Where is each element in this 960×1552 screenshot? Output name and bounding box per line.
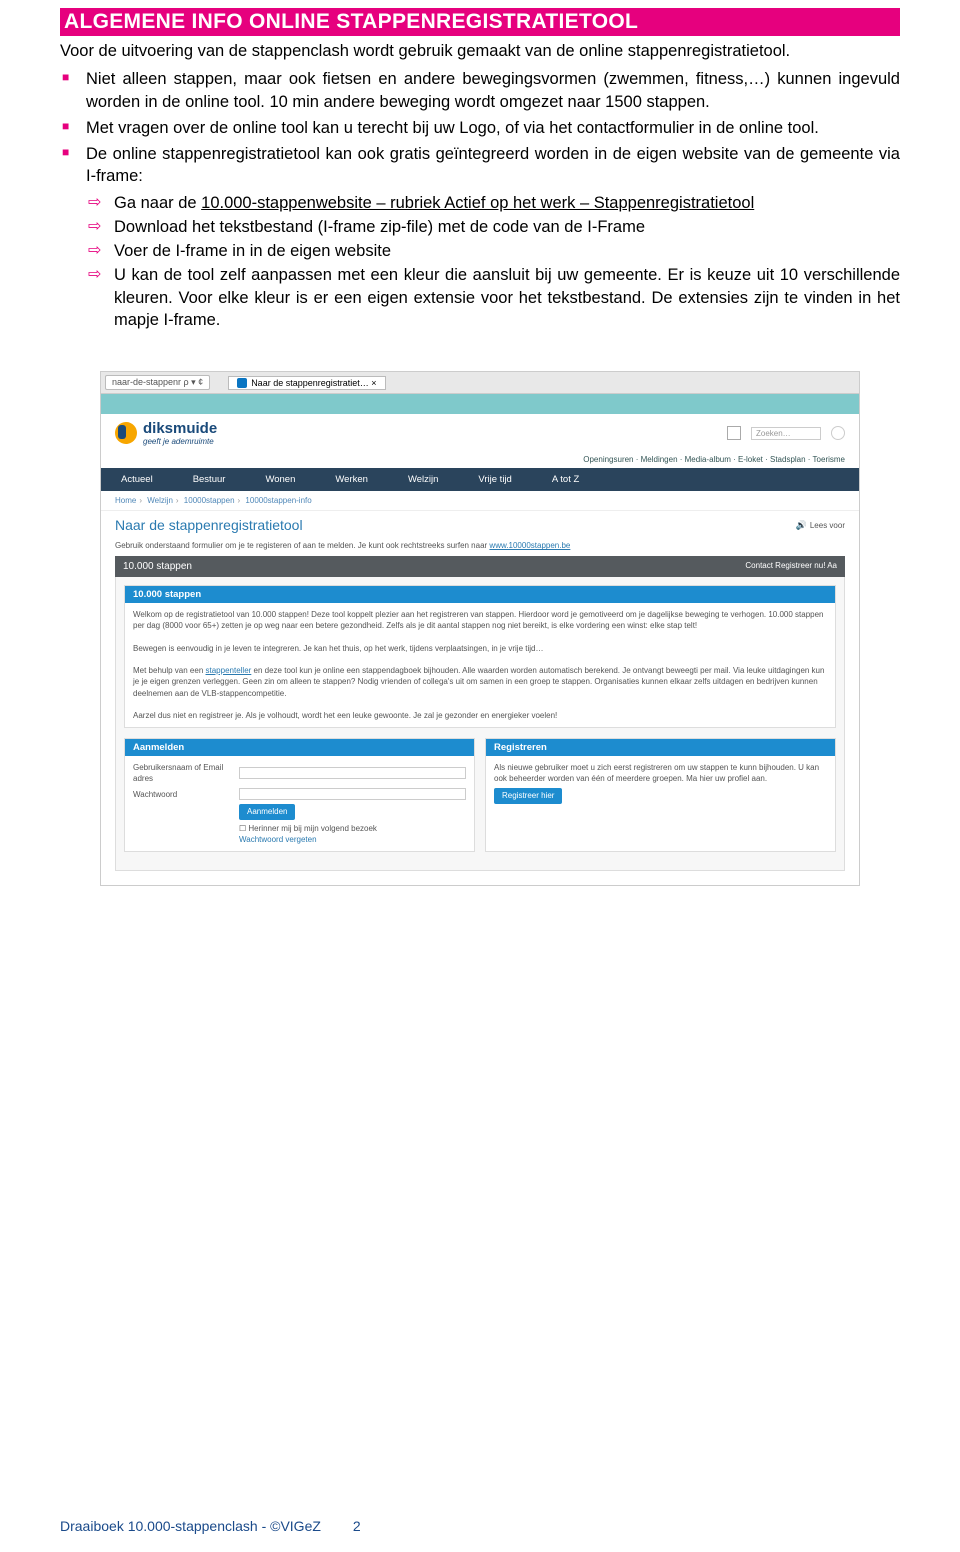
login-forgot-link[interactable]: Wachtwoord vergeten <box>239 834 466 845</box>
page-footer: Draaiboek 10.000-stappenclash - ©VIGeZ 2 <box>60 1518 900 1534</box>
site-logo[interactable]: diksmuide geeft je ademruimte <box>115 420 217 446</box>
sub-bullet-item: Ga naar de 10.000-stappenwebsite – rubri… <box>114 192 900 214</box>
footer-text: Draaiboek 10.000-stappenclash - ©VIGeZ <box>60 1518 321 1534</box>
bullet-text: De online stappenregistratietool kan ook… <box>86 145 900 185</box>
browser-tab[interactable]: Naar de stappenregistratiet… × <box>228 376 385 390</box>
intro-panel-p3: Met behulp van een stappenteller en deze… <box>133 665 827 699</box>
register-button[interactable]: Registreer hier <box>494 788 562 803</box>
home-icon[interactable] <box>727 426 741 440</box>
bullet-item: Met vragen over de online tool kan u ter… <box>86 117 900 139</box>
read-aloud-link[interactable]: Lees voor <box>796 517 845 533</box>
tool-top-links[interactable]: Contact Registreer nu! Aa <box>745 561 837 572</box>
top-links-text[interactable]: Openingsuren · Meldingen · Media-album ·… <box>583 455 845 464</box>
sub-bullet-item: Voer de I-frame in in de eigen website <box>114 240 900 262</box>
page-title-row: Naar de stappenregistratietool Lees voor <box>101 511 859 541</box>
register-panel-body: Als nieuwe gebruiker moet u zich eerst r… <box>486 756 835 810</box>
bullet-list-level1: Niet alleen stappen, maar ook fietsen en… <box>60 68 900 331</box>
main-nav: Actueel Bestuur Wonen Werken Welzijn Vri… <box>101 468 859 491</box>
intro-panel-p1: Welkom op de registratietool van 10.000 … <box>133 609 827 631</box>
nav-item-actueel[interactable]: Actueel <box>101 468 173 491</box>
embedded-screenshot: naar-de-stappenr ρ ▾ ¢ Naar de stappenre… <box>100 371 860 886</box>
bullet-list-level2: Ga naar de 10.000-stappenwebsite – rubri… <box>86 192 900 332</box>
login-remember-label: Herinner mij bij mijn volgend bezoek <box>248 824 377 833</box>
sub-bullet-link: 10.000-stappenwebsite – rubriek Actief o… <box>201 194 754 212</box>
breadcrumb-item[interactable]: 10000stappen-info <box>245 496 311 505</box>
login-username-row: Gebruikersnaam of Email adres <box>133 762 466 784</box>
breadcrumb: Home› Welzijn› 10000stappen› 10000stappe… <box>101 491 859 511</box>
logo-text: diksmuide <box>143 420 217 437</box>
tool-top-bar: 10.000 stappen Contact Registreer nu! Aa <box>115 556 845 577</box>
login-remember[interactable]: ☐ Herinner mij bij mijn volgend bezoek <box>239 823 466 834</box>
login-password-row: Wachtwoord <box>133 788 466 800</box>
intro-paragraph: Voor de uitvoering van de stappenclash w… <box>60 40 900 62</box>
sub-bullet-item: U kan de tool zelf aanpassen met een kle… <box>114 264 900 331</box>
search-input[interactable]: Zoeken… <box>751 427 821 440</box>
register-panel: Registreren Als nieuwe gebruiker moet u … <box>485 738 836 852</box>
intro-p3-pre: Met behulp van een <box>133 666 206 675</box>
subtext-link[interactable]: www.10000stappen.be <box>489 541 570 550</box>
intro-panel-p4: Aarzel dus niet en registreer je. Als je… <box>133 710 827 721</box>
nav-item-welzijn[interactable]: Welzijn <box>388 468 458 491</box>
nav-item-werken[interactable]: Werken <box>315 468 388 491</box>
tab-title: Naar de stappenregistratiet… × <box>251 378 376 388</box>
login-panel-body: Gebruikersnaam of Email adres Wachtwoord… <box>125 756 474 851</box>
page-number: 2 <box>353 1518 361 1534</box>
login-panel: Aanmelden Gebruikersnaam of Email adres … <box>124 738 475 852</box>
login-username-label: Gebruikersnaam of Email adres <box>133 762 233 784</box>
site-header: diksmuide geeft je ademruimte Zoeken… <box>101 414 859 452</box>
nav-item-bestuur[interactable]: Bestuur <box>173 468 246 491</box>
logo-tagline: geeft je ademruimte <box>143 437 217 446</box>
login-panel-header: Aanmelden <box>125 739 474 756</box>
header-toplinks: Openingsuren · Meldingen · Media-album ·… <box>101 452 859 468</box>
intro-panel-body: Welkom op de registratietool van 10.000 … <box>125 603 835 727</box>
address-bar[interactable]: naar-de-stappenr ρ ▾ ¢ <box>105 375 210 390</box>
header-right: Zoeken… <box>727 426 845 440</box>
sub-bullet-prefix: Ga naar de <box>114 194 201 212</box>
bullet-item: De online stappenregistratietool kan ook… <box>86 143 900 331</box>
sub-bullet-item: Download het tekstbestand (I-frame zip-f… <box>114 216 900 238</box>
nav-item-vrijetijd[interactable]: Vrije tijd <box>458 468 531 491</box>
register-panel-header: Registreren <box>486 739 835 756</box>
breadcrumb-item[interactable]: Welzijn <box>147 496 173 505</box>
bullet-item: Niet alleen stappen, maar ook fietsen en… <box>86 68 900 113</box>
two-column-panels: Aanmelden Gebruikersnaam of Email adres … <box>124 738 836 862</box>
logo-mark-icon <box>115 422 137 444</box>
login-button[interactable]: Aanmelden <box>239 804 295 819</box>
page-title: Naar de stappenregistratietool <box>115 517 303 533</box>
intro-p3-link[interactable]: stappenteller <box>206 666 252 675</box>
intro-panel-header: 10.000 stappen <box>125 586 835 603</box>
subtext-text: Gebruik onderstaand formulier om je te r… <box>115 541 489 550</box>
nav-item-wonen[interactable]: Wonen <box>245 468 315 491</box>
login-password-input[interactable] <box>239 788 466 800</box>
intro-panel: 10.000 stappen Welkom op de registratiet… <box>124 585 836 728</box>
tool-title: 10.000 stappen <box>123 561 192 572</box>
breadcrumb-item[interactable]: 10000stappen <box>184 496 235 505</box>
browser-chrome-bar: naar-de-stappenr ρ ▾ ¢ Naar de stappenre… <box>101 372 859 394</box>
iframe-tool-wrap: 10.000 stappen Contact Registreer nu! Aa… <box>101 556 859 885</box>
login-password-label: Wachtwoord <box>133 789 233 800</box>
nav-item-atotz[interactable]: A tot Z <box>532 468 599 491</box>
login-username-input[interactable] <box>239 767 466 779</box>
breadcrumb-item[interactable]: Home <box>115 496 136 505</box>
favicon-icon <box>237 378 247 388</box>
search-icon[interactable] <box>831 426 845 440</box>
page-subtext: Gebruik onderstaand formulier om je te r… <box>101 541 859 556</box>
register-text: Als nieuwe gebruiker moet u zich eerst r… <box>494 762 827 784</box>
intro-panel-p2: Bewegen is eenvoudig in je leven te inte… <box>133 643 827 654</box>
tool-body: 10.000 stappen Welkom op de registratiet… <box>115 577 845 871</box>
section-title: ALGEMENE INFO ONLINE STAPPENREGISTRATIET… <box>60 8 900 36</box>
site-banner-strip <box>101 394 859 414</box>
